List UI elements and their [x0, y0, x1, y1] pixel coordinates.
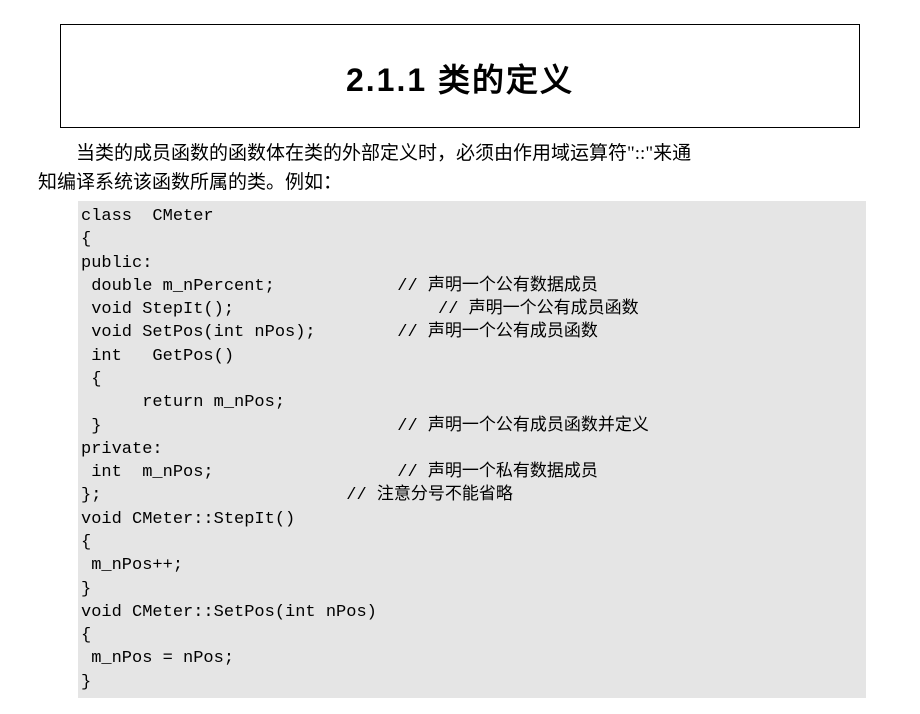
- code-line: m_nPos++;: [81, 554, 866, 577]
- code-line: }; // 注意分号不能省略: [81, 484, 866, 507]
- code-line: }: [81, 671, 866, 694]
- code-line: double m_nPercent; // 声明一个公有数据成员: [81, 275, 866, 298]
- code-line: {: [81, 531, 866, 554]
- page-title: 2.1.1 类的定义: [61, 55, 859, 101]
- code-line: } // 声明一个公有成员函数并定义: [81, 415, 866, 438]
- code-line: m_nPos = nPos;: [81, 647, 866, 670]
- intro-text: 当类的成员函数的函数体在类的外部定义时，必须由作用域运算符"::"来通 知编译系…: [38, 140, 882, 197]
- code-block: class CMeter { public: double m_nPercent…: [78, 201, 866, 698]
- code-line: int m_nPos; // 声明一个私有数据成员: [81, 461, 866, 484]
- intro-line-1: 当类的成员函数的函数体在类的外部定义时，必须由作用域运算符"::"来通: [38, 140, 882, 169]
- code-line: class CMeter: [81, 205, 866, 228]
- code-line: {: [81, 368, 866, 391]
- intro-line-2: 知编译系统该函数所属的类。例如：: [38, 169, 882, 198]
- title-box: 2.1.1 类的定义: [60, 24, 860, 128]
- code-line: {: [81, 228, 866, 251]
- code-line: void CMeter::StepIt(): [81, 508, 866, 531]
- code-line: public:: [81, 252, 866, 275]
- code-line: void SetPos(int nPos); // 声明一个公有成员函数: [81, 321, 866, 344]
- code-line: void StepIt(); // 声明一个公有成员函数: [81, 298, 866, 321]
- code-line: int GetPos(): [81, 345, 866, 368]
- code-line: return m_nPos;: [81, 391, 866, 414]
- code-line: }: [81, 578, 866, 601]
- code-line: void CMeter::SetPos(int nPos): [81, 601, 866, 624]
- code-line: private:: [81, 438, 866, 461]
- code-line: {: [81, 624, 866, 647]
